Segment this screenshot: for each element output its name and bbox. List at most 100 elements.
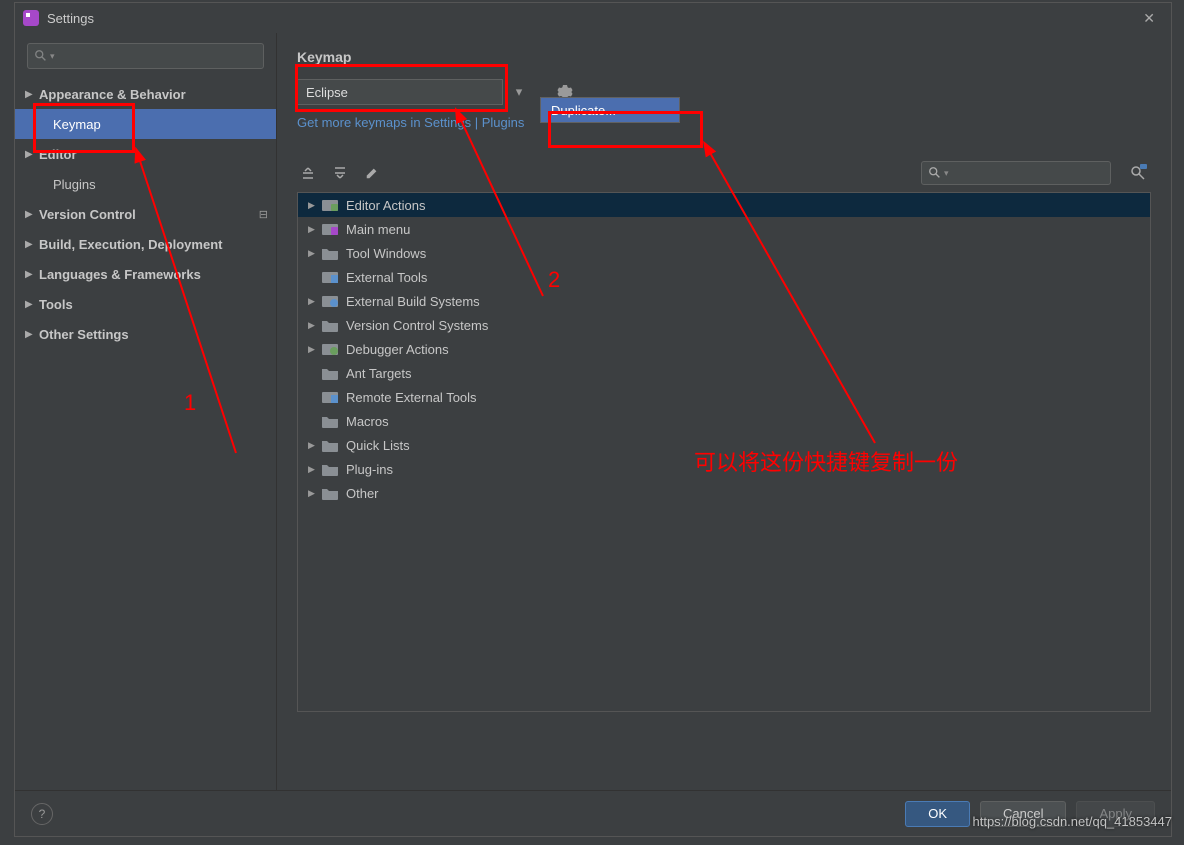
tree-item-label: Build, Execution, Deployment bbox=[39, 237, 276, 252]
chevron-right-icon: ▶ bbox=[308, 248, 322, 259]
action-search-input[interactable]: ▾ bbox=[921, 161, 1111, 185]
dialog-footer: ? OK Cancel Apply bbox=[15, 790, 1171, 836]
chevron-right-icon: ▶ bbox=[308, 488, 322, 499]
folder-icon bbox=[322, 462, 340, 476]
folder-icon bbox=[322, 414, 340, 428]
sidebar-item-version-control[interactable]: ▶Version Control⊟ bbox=[15, 199, 276, 229]
tree-item-label: Other Settings bbox=[39, 327, 276, 342]
page-title: Keymap bbox=[297, 49, 1151, 65]
chevron-right-icon: ▶ bbox=[25, 329, 39, 340]
action-row-external-tools[interactable]: External Tools bbox=[298, 265, 1150, 289]
action-row-main-menu[interactable]: ▶ Main menu bbox=[298, 217, 1150, 241]
chevron-right-icon: ▶ bbox=[25, 299, 39, 310]
project-badge-icon: ⊟ bbox=[259, 208, 268, 221]
action-label: Main menu bbox=[346, 222, 410, 237]
settings-window: Settings ✕ ▾ ▶Appearance & BehaviorKeyma… bbox=[14, 2, 1172, 837]
action-row-macros[interactable]: Macros bbox=[298, 409, 1150, 433]
chevron-right-icon: ▶ bbox=[308, 296, 322, 307]
folder-icon bbox=[322, 294, 340, 308]
close-icon[interactable]: ✕ bbox=[1135, 6, 1163, 31]
keymap-selected-value: Eclipse bbox=[306, 85, 348, 100]
gear-popup: Duplicate... bbox=[540, 97, 680, 123]
tree-item-label: Version Control bbox=[39, 207, 259, 222]
action-label: Tool Windows bbox=[346, 246, 426, 261]
action-label: Debugger Actions bbox=[346, 342, 449, 357]
sidebar-item-editor[interactable]: ▶Editor bbox=[15, 139, 276, 169]
action-row-external-build-systems[interactable]: ▶ External Build Systems bbox=[298, 289, 1150, 313]
action-row-plug-ins[interactable]: ▶ Plug-ins bbox=[298, 457, 1150, 481]
action-label: External Build Systems bbox=[346, 294, 480, 309]
action-label: Remote External Tools bbox=[346, 390, 477, 405]
sidebar-item-plugins[interactable]: Plugins bbox=[15, 169, 276, 199]
action-row-other[interactable]: ▶ Other bbox=[298, 481, 1150, 505]
sidebar-search[interactable]: ▾ bbox=[27, 43, 264, 69]
search-icon bbox=[928, 166, 942, 180]
ok-button[interactable]: OK bbox=[905, 801, 970, 827]
keymap-dropdown-button[interactable]: ▾ bbox=[509, 79, 529, 105]
titlebar: Settings ✕ bbox=[15, 3, 1171, 33]
chevron-right-icon: ▶ bbox=[25, 149, 39, 160]
keymap-select[interactable]: Eclipse bbox=[297, 79, 503, 105]
folder-icon bbox=[322, 270, 340, 284]
tree-item-label: Appearance & Behavior bbox=[39, 87, 276, 102]
window-title: Settings bbox=[47, 11, 1135, 26]
search-icon bbox=[34, 49, 48, 63]
chevron-right-icon: ▶ bbox=[25, 269, 39, 280]
sidebar-tree: ▶Appearance & BehaviorKeymap▶EditorPlugi… bbox=[15, 79, 276, 790]
action-row-quick-lists[interactable]: ▶ Quick Lists bbox=[298, 433, 1150, 457]
sidebar-item-build-execution-deployment[interactable]: ▶Build, Execution, Deployment bbox=[15, 229, 276, 259]
sidebar-item-languages-frameworks[interactable]: ▶Languages & Frameworks bbox=[15, 259, 276, 289]
folder-icon bbox=[322, 390, 340, 404]
action-row-debugger-actions[interactable]: ▶ Debugger Actions bbox=[298, 337, 1150, 361]
folder-icon bbox=[322, 318, 340, 332]
chevron-right-icon: ▶ bbox=[308, 200, 322, 211]
action-row-editor-actions[interactable]: ▶ Editor Actions bbox=[298, 193, 1150, 217]
tree-item-label: Plugins bbox=[53, 177, 276, 192]
chevron-right-icon: ▶ bbox=[308, 320, 322, 331]
action-label: Editor Actions bbox=[346, 198, 426, 213]
tree-item-label: Tools bbox=[39, 297, 276, 312]
action-label: Quick Lists bbox=[346, 438, 410, 453]
menu-item-duplicate[interactable]: Duplicate... bbox=[541, 98, 679, 122]
sidebar-item-appearance-behavior[interactable]: ▶Appearance & Behavior bbox=[15, 79, 276, 109]
folder-icon bbox=[322, 198, 340, 212]
chevron-right-icon: ▶ bbox=[25, 89, 39, 100]
dropdown-hint-icon: ▾ bbox=[50, 51, 55, 62]
sidebar-item-tools[interactable]: ▶Tools bbox=[15, 289, 276, 319]
action-label: Ant Targets bbox=[346, 366, 412, 381]
find-by-shortcut-icon[interactable] bbox=[1125, 160, 1151, 186]
expand-all-icon[interactable] bbox=[297, 162, 319, 184]
folder-icon bbox=[322, 246, 340, 260]
get-more-keymaps-link[interactable]: Get more keymaps in Settings | Plugins bbox=[297, 115, 1151, 130]
sidebar-item-keymap[interactable]: Keymap bbox=[15, 109, 276, 139]
sidebar-item-other-settings[interactable]: ▶Other Settings bbox=[15, 319, 276, 349]
action-label: Macros bbox=[346, 414, 389, 429]
action-row-remote-external-tools[interactable]: Remote External Tools bbox=[298, 385, 1150, 409]
actions-toolbar: ▾ bbox=[297, 158, 1151, 188]
edit-icon[interactable] bbox=[361, 162, 383, 184]
tree-item-label: Languages & Frameworks bbox=[39, 267, 276, 282]
tree-item-label: Keymap bbox=[53, 117, 276, 132]
main-panel: Keymap Eclipse ▾ Duplicate... Get more k… bbox=[277, 33, 1171, 790]
action-label: Plug-ins bbox=[346, 462, 393, 477]
chevron-right-icon: ▶ bbox=[308, 440, 322, 451]
folder-icon bbox=[322, 222, 340, 236]
app-icon bbox=[23, 10, 39, 26]
action-label: Other bbox=[346, 486, 379, 501]
action-label: Version Control Systems bbox=[346, 318, 488, 333]
collapse-all-icon[interactable] bbox=[329, 162, 351, 184]
folder-icon bbox=[322, 342, 340, 356]
action-row-version-control-systems[interactable]: ▶ Version Control Systems bbox=[298, 313, 1150, 337]
chevron-right-icon: ▶ bbox=[308, 224, 322, 235]
sidebar: ▾ ▶Appearance & BehaviorKeymap▶EditorPlu… bbox=[15, 33, 277, 790]
chevron-right-icon: ▶ bbox=[308, 464, 322, 475]
folder-icon bbox=[322, 366, 340, 380]
help-icon[interactable]: ? bbox=[31, 803, 53, 825]
folder-icon bbox=[322, 486, 340, 500]
actions-tree[interactable]: ▶ Editor Actions ▶ Main menu ▶ Tool Windows Ex… bbox=[297, 192, 1151, 712]
chevron-right-icon: ▶ bbox=[25, 209, 39, 220]
action-row-ant-targets[interactable]: Ant Targets bbox=[298, 361, 1150, 385]
chevron-right-icon: ▶ bbox=[308, 344, 322, 355]
action-row-tool-windows[interactable]: ▶ Tool Windows bbox=[298, 241, 1150, 265]
watermark: https://blog.csdn.net/qq_41853447 bbox=[973, 814, 1173, 829]
